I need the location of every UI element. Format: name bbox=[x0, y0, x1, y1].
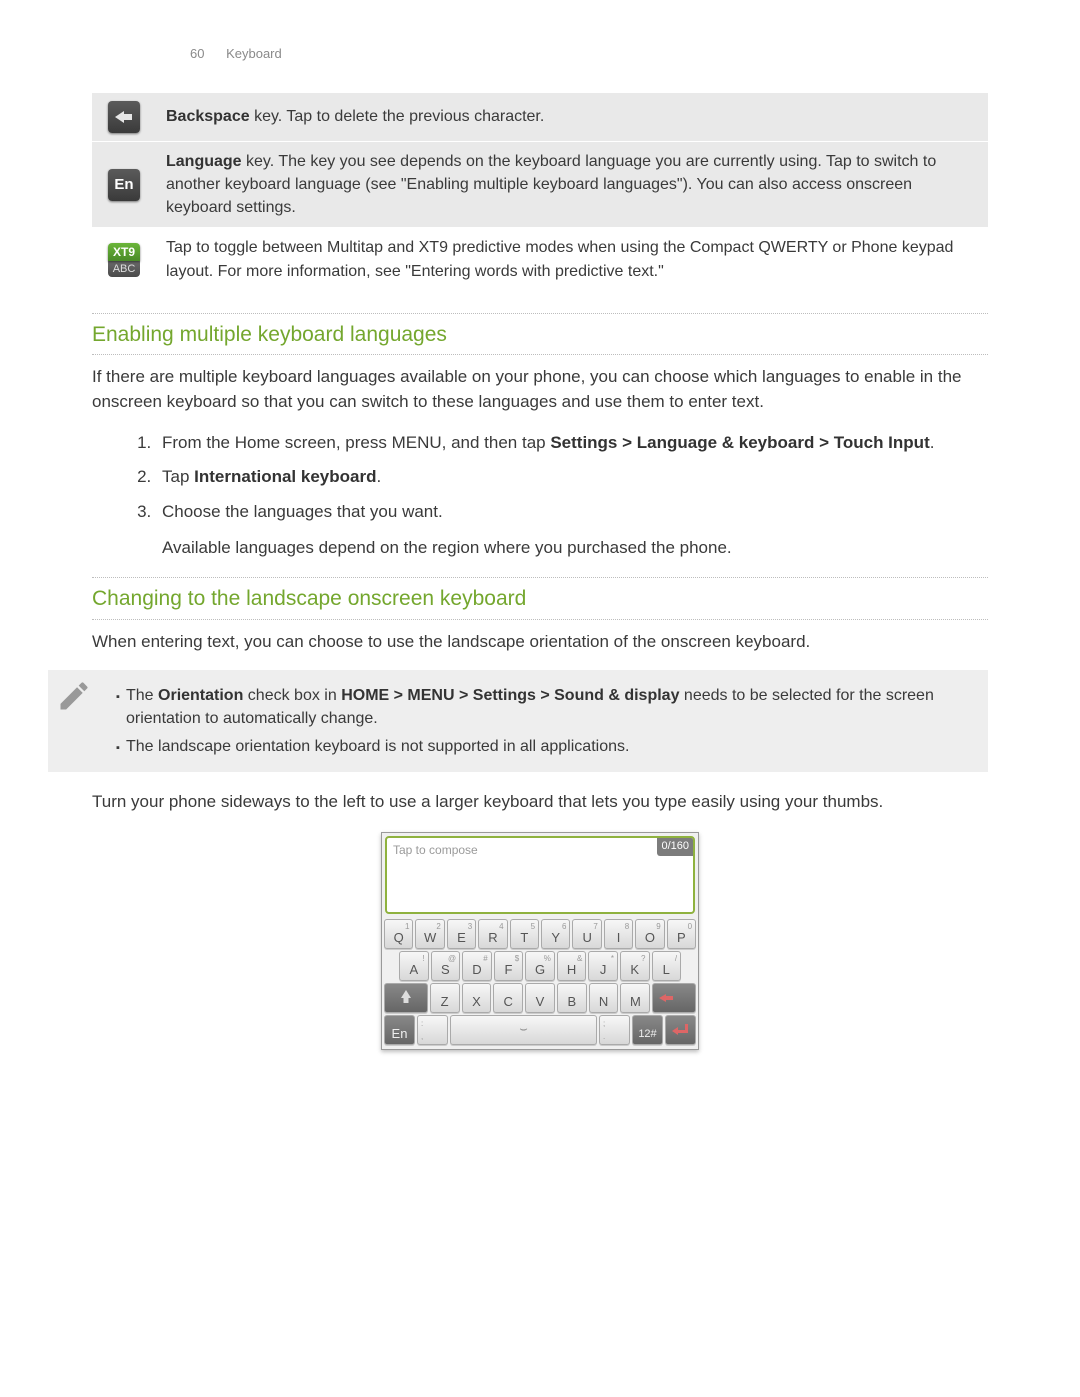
letter-key[interactable]: 0P bbox=[667, 919, 696, 949]
table-row: En Language key. The key you see depends… bbox=[92, 141, 988, 228]
letter-key[interactable]: /L bbox=[652, 951, 682, 981]
compose-field[interactable]: Tap to compose 0/160 bbox=[385, 836, 695, 914]
char-counter: 0/160 bbox=[657, 838, 693, 856]
divider bbox=[92, 354, 988, 355]
letter-key[interactable]: %G bbox=[525, 951, 555, 981]
keyboard-row: !A@S#D$F%G&H*J?K/L bbox=[384, 951, 696, 981]
letter-key[interactable]: 4R bbox=[478, 919, 507, 949]
letter-key[interactable]: &H bbox=[557, 951, 587, 981]
list-item: The landscape orientation keyboard is no… bbox=[126, 735, 972, 758]
step-note: Available languages depend on the region… bbox=[162, 536, 988, 561]
section-outro: Turn your phone sideways to the left to … bbox=[92, 790, 988, 815]
letter-key[interactable]: C bbox=[493, 983, 523, 1013]
divider bbox=[92, 577, 988, 578]
steps-list: From the Home screen, press MENU, and th… bbox=[92, 431, 988, 562]
key-name: Language bbox=[166, 153, 242, 170]
section-heading: Enabling multiple keyboard languages bbox=[92, 320, 988, 350]
pencil-icon bbox=[56, 678, 92, 714]
list-item: Choose the languages that you want. Avai… bbox=[156, 500, 988, 561]
letter-key[interactable]: 3E bbox=[447, 919, 476, 949]
section-heading: Changing to the landscape onscreen keybo… bbox=[92, 584, 988, 614]
manual-page: 60 Keyboard Backspace key. Tap to delete… bbox=[0, 0, 1080, 1397]
keyboard-row: 1Q2W3E4R5T6Y7U8I9O0P bbox=[384, 919, 696, 949]
keyboard-row: En :, ;. 12# bbox=[384, 1015, 696, 1045]
table-row: Backspace key. Tap to delete the previou… bbox=[92, 92, 988, 141]
letter-key[interactable]: @S bbox=[431, 951, 461, 981]
punctuation-key[interactable]: :, bbox=[417, 1015, 448, 1045]
table-row: XT9 ABC Tap to toggle between Multitap a… bbox=[92, 228, 988, 291]
divider bbox=[92, 619, 988, 620]
letter-key[interactable]: $F bbox=[494, 951, 524, 981]
language-key[interactable]: En bbox=[384, 1015, 415, 1045]
keyboard-row: ZXCVBNM bbox=[384, 983, 696, 1013]
letter-key[interactable]: #D bbox=[462, 951, 492, 981]
letter-key[interactable]: ?K bbox=[620, 951, 650, 981]
list-item: Tap International keyboard. bbox=[156, 465, 988, 490]
section-intro: If there are multiple keyboard languages… bbox=[92, 365, 988, 414]
letter-key[interactable]: !A bbox=[399, 951, 429, 981]
letter-key[interactable]: 1Q bbox=[384, 919, 413, 949]
letter-key[interactable]: X bbox=[462, 983, 492, 1013]
letter-key[interactable]: 8I bbox=[604, 919, 633, 949]
letter-key[interactable]: 5T bbox=[510, 919, 539, 949]
letter-key[interactable]: 7U bbox=[572, 919, 601, 949]
landscape-keyboard-figure: Tap to compose 0/160 1Q2W3E4R5T6Y7U8I9O0… bbox=[381, 832, 699, 1050]
punctuation-key[interactable]: ;. bbox=[599, 1015, 630, 1045]
divider bbox=[92, 313, 988, 314]
symbols-key[interactable]: 12# bbox=[632, 1015, 663, 1045]
language-key-icon: En bbox=[108, 169, 140, 201]
letter-key[interactable]: N bbox=[589, 983, 619, 1013]
keyboard-rows: 1Q2W3E4R5T6Y7U8I9O0P !A@S#D$F%G&H*J?K/L … bbox=[382, 917, 698, 1049]
letter-key[interactable]: *J bbox=[588, 951, 618, 981]
letter-key[interactable]: 6Y bbox=[541, 919, 570, 949]
backspace-key[interactable] bbox=[652, 983, 696, 1013]
space-key[interactable] bbox=[450, 1015, 597, 1045]
key-name: Backspace bbox=[166, 108, 250, 125]
letter-key[interactable]: 9O bbox=[635, 919, 664, 949]
key-description-table: Backspace key. Tap to delete the previou… bbox=[92, 92, 988, 291]
letter-key[interactable]: M bbox=[620, 983, 650, 1013]
shift-key[interactable] bbox=[384, 983, 428, 1013]
page-number: 60 bbox=[190, 46, 204, 61]
letter-key[interactable]: Z bbox=[430, 983, 460, 1013]
section-intro: When entering text, you can choose to us… bbox=[92, 630, 988, 655]
note-callout: The Orientation check box in HOME > MENU… bbox=[48, 670, 988, 772]
page-header: 60 Keyboard bbox=[92, 45, 988, 64]
letter-key[interactable]: B bbox=[557, 983, 587, 1013]
section-name: Keyboard bbox=[226, 46, 282, 61]
compose-placeholder: Tap to compose bbox=[393, 842, 478, 859]
enter-key[interactable] bbox=[665, 1015, 696, 1045]
backspace-key-icon bbox=[108, 101, 140, 133]
xt9-key-icon: XT9 ABC bbox=[108, 240, 140, 277]
list-item: From the Home screen, press MENU, and th… bbox=[156, 431, 988, 456]
letter-key[interactable]: 2W bbox=[415, 919, 444, 949]
list-item: The Orientation check box in HOME > MENU… bbox=[126, 684, 972, 730]
letter-key[interactable]: V bbox=[525, 983, 555, 1013]
